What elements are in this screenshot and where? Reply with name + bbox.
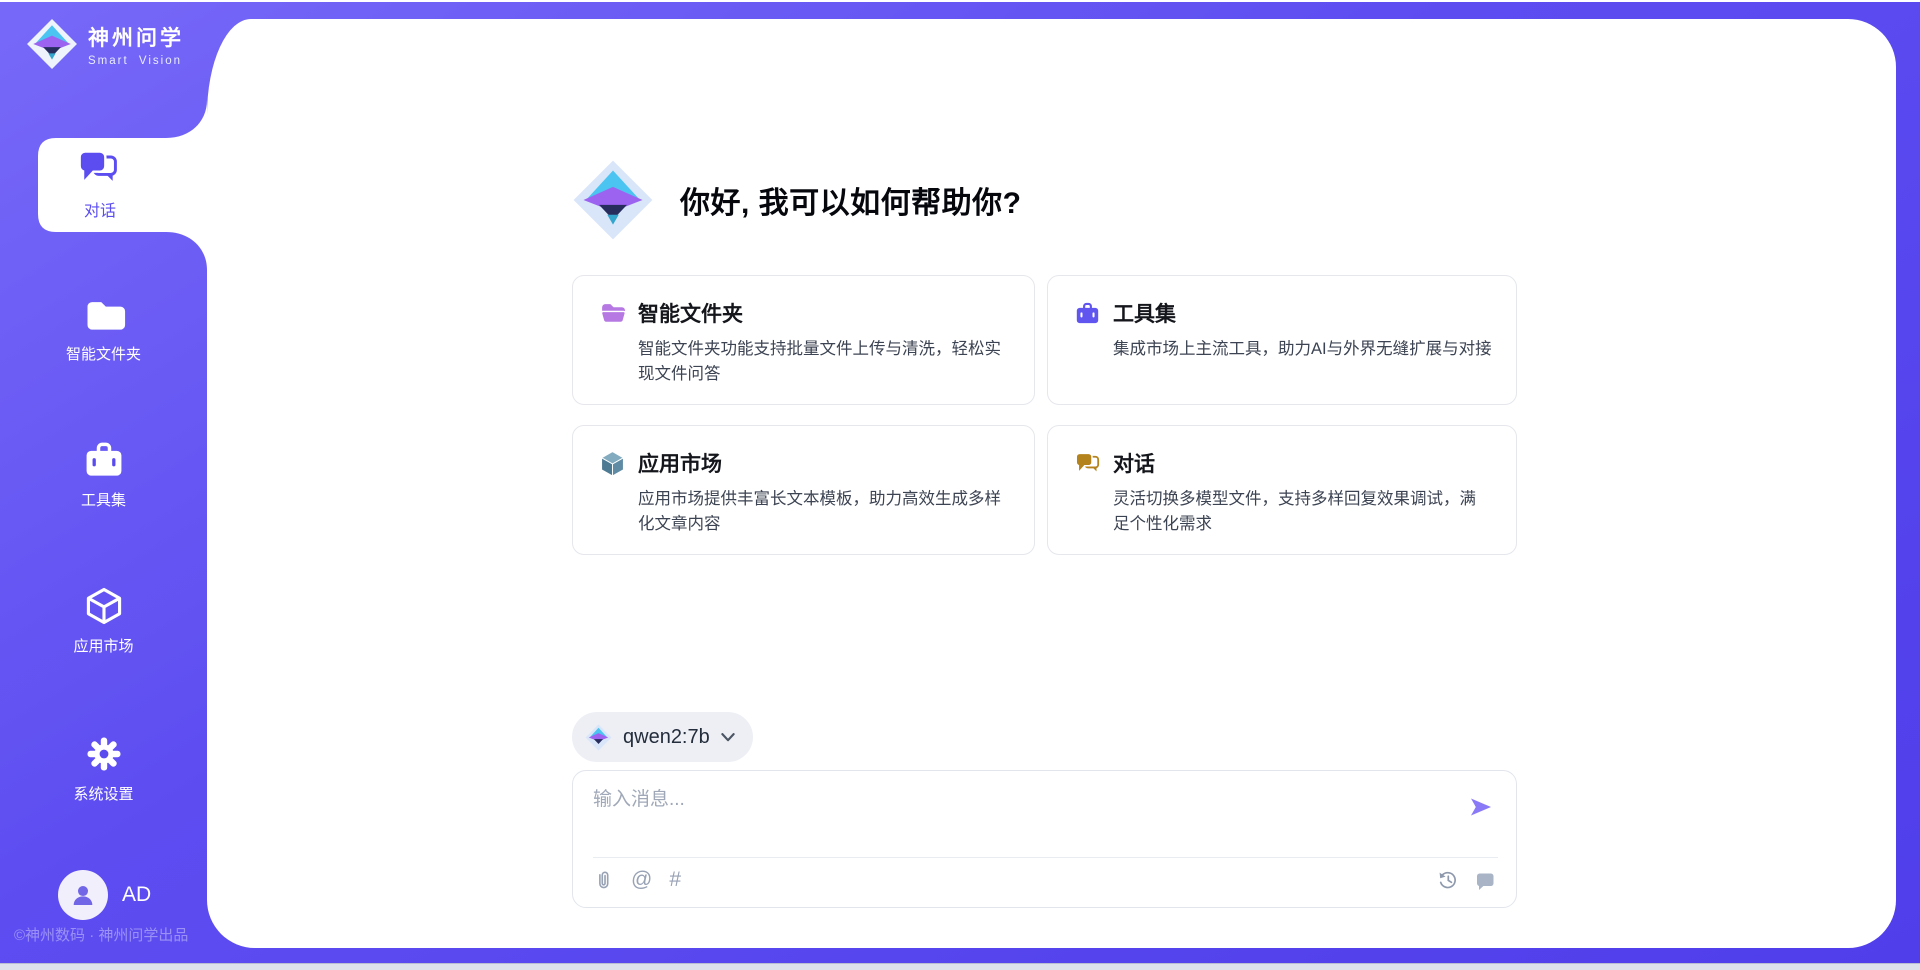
composer-right-tools (1437, 869, 1496, 891)
card-smart-folder[interactable]: 智能文件夹 智能文件夹功能支持批量文件上传与清洗，轻松实现文件问答 (572, 275, 1035, 405)
window-bottom-scrollbar[interactable] (0, 963, 1920, 970)
greeting-block: 你好, 我可以如何帮助你? (572, 159, 1022, 241)
brand-name: 神州问学 (88, 22, 184, 52)
folder-icon (82, 292, 126, 336)
model-diamond-icon (585, 724, 612, 751)
feature-cards: 智能文件夹 智能文件夹功能支持批量文件上传与清洗，轻松实现文件问答 工具集 集成… (572, 275, 1517, 555)
sidebar-item-label: 系统设置 (73, 783, 133, 804)
sidebar-item-app-market[interactable]: 应用市场 (0, 584, 207, 656)
cube-icon (82, 584, 126, 628)
composer-divider (593, 857, 1498, 858)
hashtag-icon[interactable]: # (669, 869, 681, 891)
composer-tools: @ # (593, 869, 681, 891)
sidebar-item-label: 智能文件夹 (66, 343, 141, 364)
card-description: 集成市场上主流工具，助力AI与外界无缝扩展与对接 (1113, 337, 1492, 362)
card-description: 灵活切换多模型文件，支持多样回复效果调试，满足个性化需求 (1113, 487, 1492, 537)
card-title: 工具集 (1113, 298, 1176, 328)
message-composer: @ # (572, 770, 1517, 908)
message-input[interactable] (593, 783, 1453, 817)
brand-diamond-icon (572, 159, 654, 241)
model-name: qwen2:7b (623, 726, 710, 749)
active-tab-background[interactable] (38, 100, 207, 270)
send-icon[interactable] (1468, 794, 1494, 820)
greeting-title: 你好, 我可以如何帮助你? (680, 178, 1022, 222)
briefcase-icon (82, 438, 126, 482)
gear-icon (82, 732, 126, 776)
user-name: AD (122, 883, 151, 907)
open-folder-icon (599, 300, 626, 327)
card-app-market[interactable]: 应用市场 应用市场提供丰富长文本模板，助力高效生成多样化文章内容 (572, 425, 1035, 555)
card-description: 智能文件夹功能支持批量文件上传与清洗，轻松实现文件问答 (638, 337, 1010, 387)
card-title: 智能文件夹 (638, 298, 743, 328)
sidebar-item-label: 工具集 (81, 489, 126, 510)
app-root: 你好, 我可以如何帮助你? 智能文件夹 智能文件夹功能支持批量文件上传与清洗，轻… (0, 0, 1920, 970)
window-top-edge (0, 0, 1920, 2)
mention-icon[interactable]: @ (631, 869, 652, 891)
card-title: 应用市场 (638, 448, 722, 478)
sidebar-item-label: 应用市场 (73, 635, 133, 656)
card-chat[interactable]: 对话 灵活切换多模型文件，支持多样回复效果调试，满足个性化需求 (1047, 425, 1517, 555)
attachment-icon[interactable] (593, 869, 614, 891)
sidebar: 神州问学 Smart Vision 对话 智能文件夹 (0, 0, 207, 970)
person-icon (69, 881, 97, 909)
card-toolkit[interactable]: 工具集 集成市场上主流工具，助力AI与外界无缝扩展与对接 (1047, 275, 1517, 405)
brand-subtitle: Smart Vision (88, 55, 184, 67)
model-selector[interactable]: qwen2:7b (572, 712, 753, 762)
card-description: 应用市场提供丰富长文本模板，助力高效生成多样化文章内容 (638, 487, 1010, 537)
sidebar-diamond-icon (26, 18, 78, 70)
card-title: 对话 (1113, 448, 1155, 478)
main-panel: 你好, 我可以如何帮助你? 智能文件夹 智能文件夹功能支持批量文件上传与清洗，轻… (207, 19, 1896, 948)
history-icon[interactable] (1437, 869, 1459, 891)
sidebar-item-settings[interactable]: 系统设置 (0, 732, 207, 804)
chat-bubbles-icon (1074, 450, 1101, 477)
user-account[interactable]: AD (58, 870, 151, 920)
sidebar-item-smart-folder[interactable]: 智能文件夹 (0, 292, 207, 364)
brand-logo: 神州问学 Smart Vision (26, 18, 184, 70)
copyright-text: ©神州数码 · 神州问学出品 (14, 924, 188, 945)
pixel-cube-icon (599, 450, 626, 477)
sidebar-item-toolkit[interactable]: 工具集 (0, 438, 207, 510)
feedback-bubble-icon[interactable] (1474, 869, 1496, 891)
chevron-down-icon (721, 733, 735, 742)
sidebar-item-chat[interactable]: 对话 (0, 197, 200, 221)
chat-bubbles-icon[interactable] (76, 146, 120, 190)
avatar (58, 870, 108, 920)
briefcase-icon (1074, 300, 1101, 327)
